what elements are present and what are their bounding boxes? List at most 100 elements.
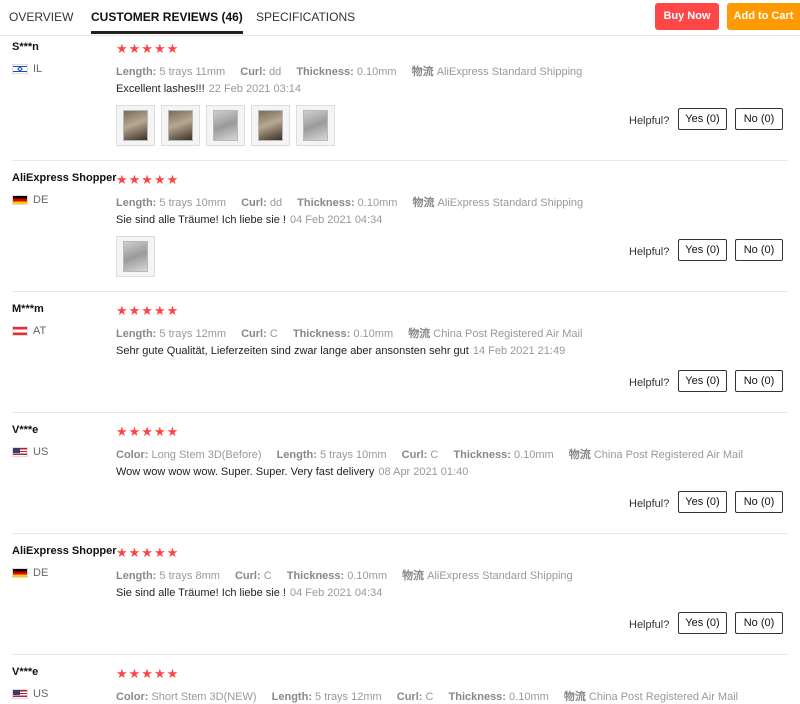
helpful-no-button[interactable]: No (0) xyxy=(735,370,783,392)
curl-value: C xyxy=(425,691,434,703)
helpful-label: Helpful? xyxy=(629,246,670,258)
review-text: Wow wow wow wow. Super. Super. Very fast… xyxy=(116,466,468,478)
length-label: Length: xyxy=(116,66,157,78)
shipping-label: 物流 xyxy=(568,449,591,461)
review-photo[interactable] xyxy=(251,105,290,146)
length-value: 5 trays 10mm xyxy=(319,449,387,461)
helpful-yes-button[interactable]: Yes (0) xyxy=(678,370,727,392)
review-photo[interactable] xyxy=(161,105,200,146)
helpful-label: Helpful? xyxy=(629,498,670,510)
country-code: DE xyxy=(33,567,49,579)
rating-stars: ★★★★★ xyxy=(116,666,180,681)
helpful-no-button[interactable]: No (0) xyxy=(735,239,783,261)
shipping-value: AliExpress Standard Shipping xyxy=(436,66,583,78)
shipping-label: 物流 xyxy=(408,328,431,340)
reviewer-country: AT xyxy=(12,325,46,337)
country-code: US xyxy=(33,446,49,458)
review-date: 14 Feb 2021 21:49 xyxy=(472,345,566,357)
review-text: Sie sind alle Träume! Ich liebe sie ! 04 … xyxy=(116,587,382,599)
review-body: Wow wow wow wow. Super. Super. Very fast… xyxy=(116,466,375,478)
reviewer-name: AliExpress Shopper xyxy=(12,172,117,184)
shipping-value: China Post Registered Air Mail xyxy=(593,449,744,461)
reviewer-country: DE xyxy=(12,194,48,206)
israel-flag-icon xyxy=(12,64,28,74)
length-value: 5 trays 8mm xyxy=(159,570,220,582)
review-attributes: Length: 5 trays 10mm Curl: dd Thickness:… xyxy=(116,194,595,210)
helpful-no-button[interactable]: No (0) xyxy=(735,108,783,130)
review-item: M***m AT ★★★★★ Length: 5 trays 12mm Curl… xyxy=(0,299,800,413)
tab-customer-reviews[interactable]: CUSTOMER REVIEWS (46) xyxy=(91,0,243,34)
usa-flag-icon xyxy=(12,447,28,457)
curl-value: C xyxy=(269,328,278,340)
helpful-label: Helpful? xyxy=(629,377,670,389)
helpful-yes-button[interactable]: Yes (0) xyxy=(678,612,727,634)
review-body: Sie sind alle Träume! Ich liebe sie ! xyxy=(116,587,286,599)
buy-now-button[interactable]: Buy Now xyxy=(655,3,719,30)
curl-value: dd xyxy=(269,197,283,209)
review-attributes: Length: 5 trays 11mm Curl: dd Thickness:… xyxy=(116,63,594,79)
review-photo[interactable] xyxy=(116,236,155,277)
curl-label: Curl: xyxy=(396,691,423,703)
review-item: AliExpress Shopper DE ★★★★★ Length: 5 tr… xyxy=(0,541,800,655)
rating-stars: ★★★★★ xyxy=(116,424,180,439)
reviewer-country: US xyxy=(12,446,48,458)
review-photo[interactable] xyxy=(296,105,335,146)
thickness-value: 0.10mm xyxy=(353,328,394,340)
germany-flag-icon xyxy=(12,195,28,205)
curl-label: Curl: xyxy=(234,570,261,582)
review-photo[interactable] xyxy=(206,105,245,146)
review-photos xyxy=(116,105,341,146)
rating-stars: ★★★★★ xyxy=(116,545,180,560)
add-to-cart-button[interactable]: Add to Cart xyxy=(727,3,800,30)
shipping-label: 物流 xyxy=(563,691,586,703)
review-body: Excellent lashes!!! xyxy=(116,83,205,95)
tab-bar: OVERVIEW CUSTOMER REVIEWS (46) SPECIFICA… xyxy=(0,0,800,36)
tab-specifications[interactable]: SPECIFICATIONS xyxy=(256,0,355,34)
review-photo[interactable] xyxy=(116,105,155,146)
helpful-label: Helpful? xyxy=(629,619,670,631)
thickness-label: Thickness: xyxy=(448,691,506,703)
review-text: Sehr gute Qualität, Lieferzeiten sind zw… xyxy=(116,345,565,357)
review-attributes: Color: Short Stem 3D(NEW) Length: 5 tray… xyxy=(116,688,750,704)
curl-label: Curl: xyxy=(241,328,267,340)
reviewer-name: V***e xyxy=(12,666,39,678)
tab-overview[interactable]: OVERVIEW xyxy=(9,0,73,34)
usa-flag-icon xyxy=(12,689,28,699)
helpful-yes-button[interactable]: Yes (0) xyxy=(678,239,727,261)
divider xyxy=(12,291,788,292)
review-attributes: Length: 5 trays 8mm Curl: C Thickness: 0… xyxy=(116,567,585,583)
thickness-label: Thickness: xyxy=(292,328,351,340)
helpful-yes-button[interactable]: Yes (0) xyxy=(678,108,727,130)
length-label: Length: xyxy=(116,328,157,340)
curl-label: Curl: xyxy=(240,66,266,78)
rating-stars: ★★★★★ xyxy=(116,172,180,187)
helpful-no-button[interactable]: No (0) xyxy=(735,612,783,634)
shipping-value: China Post Registered Air Mail xyxy=(433,328,583,340)
helpful-label: Helpful? xyxy=(629,115,670,127)
review-attributes: Length: 5 trays 12mm Curl: C Thickness: … xyxy=(116,325,594,341)
shipping-value: AliExpress Standard Shipping xyxy=(427,570,573,582)
review-photos xyxy=(116,236,161,277)
review-item: V***e US ★★★★★ Color: Long Stem 3D(Befor… xyxy=(0,420,800,534)
curl-label: Curl: xyxy=(401,449,428,461)
color-label: Color: xyxy=(116,449,149,461)
curl-value: dd xyxy=(269,66,282,78)
color-value: Long Stem 3D(Before) xyxy=(151,449,262,461)
helpful-no-button[interactable]: No (0) xyxy=(735,491,783,513)
shipping-value: China Post Registered Air Mail xyxy=(588,691,739,703)
thickness-label: Thickness: xyxy=(286,570,345,582)
reviewer-country: IL xyxy=(12,63,42,75)
shipping-value: AliExpress Standard Shipping xyxy=(437,197,584,209)
review-item: AliExpress Shopper DE ★★★★★ Length: 5 tr… xyxy=(0,168,800,292)
thickness-value: 0.10mm xyxy=(513,449,554,461)
length-value: 5 trays 12mm xyxy=(315,691,382,703)
shipping-label: 物流 xyxy=(411,66,434,78)
helpful-yes-button[interactable]: Yes (0) xyxy=(678,491,727,513)
reviewer-name: M***m xyxy=(12,303,44,315)
curl-label: Curl: xyxy=(241,197,267,209)
thickness-value: 0.10mm xyxy=(357,197,398,209)
review-attributes: Color: Long Stem 3D(Before) Length: 5 tr… xyxy=(116,446,755,462)
reviewer-name: AliExpress Shopper xyxy=(12,545,117,557)
rating-stars: ★★★★★ xyxy=(116,303,180,318)
thickness-label: Thickness: xyxy=(296,66,354,78)
